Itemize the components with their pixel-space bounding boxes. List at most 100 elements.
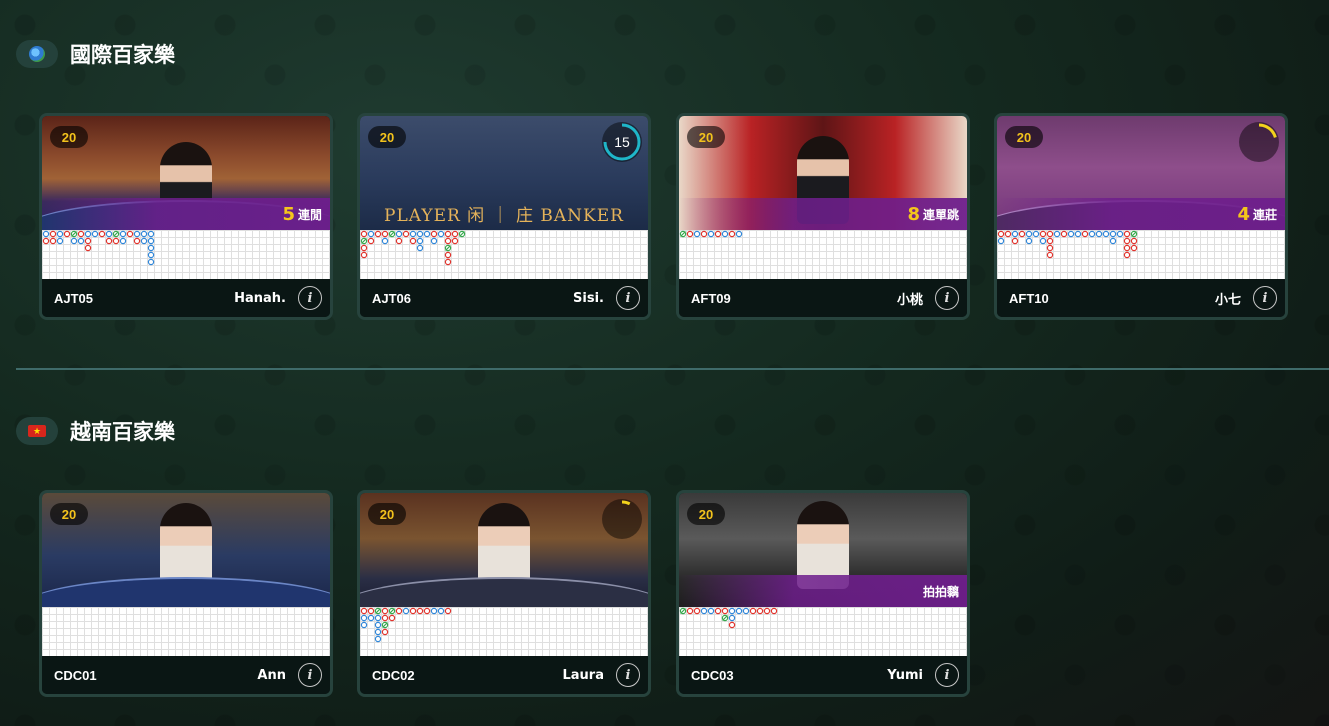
dealer-name: 小七 xyxy=(1214,292,1241,308)
bead-road xyxy=(679,230,967,279)
bead-bk xyxy=(1123,237,1131,245)
live-video-thumbnail[interactable]: 20 4 連莊 xyxy=(997,116,1285,230)
vietnam-flag-icon: ★ xyxy=(28,425,46,437)
bead-road-canvas xyxy=(360,607,452,643)
live-video-thumbnail[interactable]: PLAYER 闲 ｜ 庄 BANKER 20 15 xyxy=(360,116,648,230)
info-icon[interactable]: i xyxy=(935,286,959,310)
bead-pl xyxy=(721,230,729,238)
limit-badge: 20 xyxy=(368,126,406,148)
bead-bk xyxy=(105,237,113,245)
bead-pl xyxy=(1074,230,1082,238)
table-id: AJT06 xyxy=(372,290,412,306)
bead-bk xyxy=(1123,251,1131,259)
bead-bk xyxy=(444,230,452,238)
info-icon[interactable]: i xyxy=(298,663,322,687)
bead-pl xyxy=(147,258,155,266)
streak-banner: 拍拍黐 xyxy=(679,575,967,607)
game-card[interactable]: 20 CDC02 Laura i xyxy=(357,490,651,697)
player-banker-sign: PLAYER 闲 ｜ 庄 BANKER xyxy=(384,206,624,226)
card-footer: AJT05 Hanah. i xyxy=(42,279,330,317)
bead-road xyxy=(42,607,330,656)
bead-bk xyxy=(360,251,368,259)
info-icon[interactable]: i xyxy=(298,286,322,310)
table-id: AFT10 xyxy=(1009,290,1049,306)
bead-pl xyxy=(374,628,382,636)
bead-pl xyxy=(1109,237,1117,245)
section-title: 國際百家樂 xyxy=(70,43,175,67)
game-card[interactable]: 20 CDC01 Ann i xyxy=(39,490,333,697)
bead-pl xyxy=(360,614,368,622)
bead-pl xyxy=(997,237,1005,245)
bead-pl xyxy=(367,230,375,238)
bead-pl xyxy=(147,237,155,245)
info-icon[interactable]: i xyxy=(616,286,640,310)
bead-pl xyxy=(374,635,382,643)
countdown-timer: 15 xyxy=(602,122,642,162)
bead-pl xyxy=(437,607,445,615)
game-card[interactable]: PLAYER 闲 ｜ 庄 BANKER 20 15 AJT06 Sisi. i xyxy=(357,113,651,320)
bead-bk xyxy=(1018,230,1026,238)
info-icon[interactable]: i xyxy=(935,663,959,687)
bead-pl xyxy=(693,230,701,238)
bead-road xyxy=(360,230,648,279)
countdown-timer xyxy=(1239,122,1279,162)
live-video-thumbnail[interactable]: 20 5 連閒 xyxy=(42,116,330,230)
bead-pl xyxy=(147,244,155,252)
card-footer: CDC02 Laura i xyxy=(360,656,648,694)
bead-bk xyxy=(686,230,694,238)
bead-pl xyxy=(1039,237,1047,245)
streak-label: 連單跳 xyxy=(922,207,959,222)
bead-bk xyxy=(444,251,452,259)
bead-pl xyxy=(119,230,127,238)
game-card[interactable]: 20 8 連單跳 AFT09 小桃 i xyxy=(676,113,970,320)
bead-bk xyxy=(1060,230,1068,238)
card-footer: AJT06 Sisi. i xyxy=(360,279,648,317)
section-icon-pill: ★ xyxy=(16,417,58,445)
bead-pl xyxy=(56,230,64,238)
streak-count: 5 xyxy=(282,203,295,225)
info-icon[interactable]: i xyxy=(1253,286,1277,310)
card-footer: CDC01 Ann i xyxy=(42,656,330,694)
bead-pl xyxy=(42,230,50,238)
bead-bk xyxy=(756,607,764,615)
game-card[interactable]: 20 4 連莊 AFT10 小七 i xyxy=(994,113,1288,320)
table-id: CDC01 xyxy=(54,667,97,683)
bead-bk xyxy=(381,628,389,636)
bead-pl xyxy=(1088,230,1096,238)
live-video-thumbnail[interactable]: 20 xyxy=(42,493,330,607)
bead-bk xyxy=(1123,230,1131,238)
bead-bk xyxy=(1046,251,1054,259)
limit-badge: 20 xyxy=(1005,126,1043,148)
bead-bk xyxy=(98,230,106,238)
streak-banner: 4 連莊 xyxy=(997,198,1285,230)
section-divider xyxy=(16,368,1329,370)
streak-count: 8 xyxy=(907,203,920,225)
streak-label: 拍拍黐 xyxy=(922,584,959,599)
bead-bk xyxy=(1011,237,1019,245)
bead-pl xyxy=(91,230,99,238)
live-video-thumbnail[interactable]: 20 8 連單跳 xyxy=(679,116,967,230)
dealer-name: Laura xyxy=(562,667,605,683)
info-icon[interactable]: i xyxy=(616,663,640,687)
bead-bk xyxy=(77,230,85,238)
bead-bk xyxy=(1046,237,1054,245)
live-video-thumbnail[interactable]: 20 拍拍黐 xyxy=(679,493,967,607)
bead-road xyxy=(42,230,330,279)
bead-bk xyxy=(367,607,375,615)
bead-pl xyxy=(77,237,85,245)
game-card[interactable]: 20 5 連閒 AJT05 Hanah. i xyxy=(39,113,333,320)
bead-bk xyxy=(1046,244,1054,252)
bead-pl xyxy=(381,237,389,245)
bead-bk xyxy=(360,244,368,252)
bead-bk xyxy=(444,237,452,245)
bead-bk xyxy=(728,230,736,238)
limit-badge: 20 xyxy=(687,503,725,525)
bead-bk xyxy=(49,230,57,238)
table-id: CDC02 xyxy=(372,667,415,683)
bead-pl xyxy=(735,607,743,615)
live-video-thumbnail[interactable]: 20 xyxy=(360,493,648,607)
bead-pl xyxy=(416,230,424,238)
bead-bk xyxy=(409,607,417,615)
bead-road xyxy=(679,607,967,656)
game-card[interactable]: 20 拍拍黐 CDC03 Yumi i xyxy=(676,490,970,697)
